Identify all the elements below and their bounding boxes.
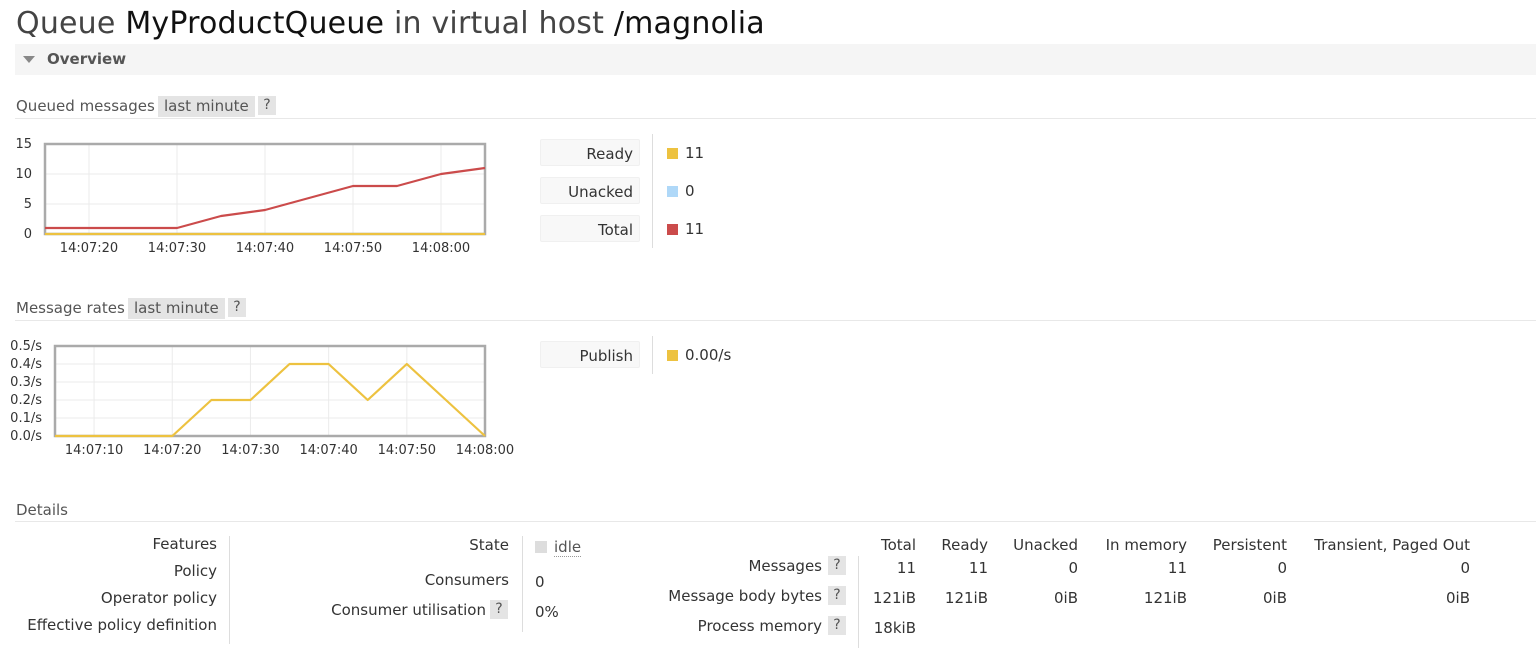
legend-label-ready: Ready [540, 139, 640, 166]
state-label: State [469, 536, 509, 554]
legend-value-publish: 0.00/s [685, 346, 732, 364]
body-bytes-help-button[interactable]: ? [828, 586, 846, 605]
consumer-utilisation-label: Consumer utilisation [331, 601, 486, 619]
vhost-name: /magnolia [613, 6, 765, 41]
x-tick-label: 14:07:20 [143, 443, 201, 458]
cell-bytes-transient: 0iB [1445, 589, 1470, 607]
cell-bytes-in-memory: 121iB [1143, 589, 1187, 607]
column-divider [858, 556, 859, 648]
x-tick-label: 14:07:20 [60, 241, 118, 256]
cell-messages-in-memory: 11 [1167, 559, 1187, 577]
row-label-messages: Messages [748, 557, 822, 575]
row-label-process-memory: Process memory [697, 617, 822, 635]
legend-label-publish: Publish [540, 341, 640, 368]
x-tick-label: 14:07:50 [378, 443, 436, 458]
state-value: idle [554, 538, 582, 557]
features-label: Features [152, 535, 218, 553]
message-rates-heading: Message rates [16, 299, 125, 317]
message-rates-chart: 0.0/s 0.1/s 0.2/s 0.3/s 0.4/s 0.5/s 14:07:10 14… [10, 339, 514, 458]
y-tick-label: 0.4/s [10, 357, 42, 372]
consumers-label: Consumers [424, 571, 509, 589]
cell-bytes-total: 121iB [872, 589, 916, 607]
plot-frame [53, 344, 487, 438]
cell-messages-ready: 11 [968, 559, 988, 577]
process-memory-help-button[interactable]: ? [828, 616, 846, 635]
y-tick-label: 0.0/s [10, 429, 42, 444]
legend-label-total: Total [540, 215, 640, 242]
cell-bytes-unacked: 0iB [1053, 589, 1078, 607]
cell-bytes-ready: 121iB [944, 589, 988, 607]
y-tick-label: 10 [15, 167, 32, 182]
col-header-total: Total [880, 536, 916, 554]
cell-messages-transient: 0 [1460, 559, 1470, 577]
y-tick-label: 0.5/s [10, 339, 42, 354]
divider [15, 320, 1536, 321]
title-prefix: Queue [16, 6, 116, 41]
cell-messages-unacked: 0 [1068, 559, 1078, 577]
utilisation-help-button[interactable]: ? [490, 600, 508, 619]
queued-help-button[interactable]: ? [258, 96, 276, 115]
y-tick-label: 15 [15, 137, 32, 152]
total-swatch-icon [667, 224, 678, 235]
queued-range-button[interactable]: last minute [158, 96, 255, 117]
column-divider [522, 536, 523, 632]
col-header-ready: Ready [941, 536, 988, 554]
utilisation-value: 0% [535, 603, 559, 621]
x-tick-label: 14:08:00 [456, 443, 514, 458]
x-tick-label: 14:07:30 [221, 443, 279, 458]
legend-divider [652, 134, 653, 248]
y-tick-label: 0 [24, 227, 32, 242]
title-middle: in virtual host [393, 6, 605, 41]
x-tick-label: 14:07:10 [65, 443, 123, 458]
page-title: Queue MyProductQueue in virtual host /ma… [16, 6, 765, 41]
legend-divider [652, 336, 653, 374]
cell-process-memory-total: 18kiB [873, 619, 916, 637]
col-header-transient: Transient, Paged Out [1314, 536, 1470, 554]
caret-down-icon [23, 56, 35, 63]
details-heading: Details [16, 501, 69, 519]
unacked-swatch-icon [667, 186, 678, 197]
queue-name: MyProductQueue [125, 6, 385, 41]
legend-value-total: 11 [685, 220, 705, 238]
legend-value-unacked: 0 [685, 182, 695, 200]
ready-swatch-icon [667, 148, 678, 159]
y-tick-label: 0.3/s [10, 375, 42, 390]
rates-help-button[interactable]: ? [228, 298, 246, 317]
overview-section-toggle[interactable] [15, 44, 1536, 75]
y-tick-label: 5 [24, 197, 32, 212]
rates-range-button[interactable]: last minute [128, 298, 225, 319]
divider [15, 521, 1536, 522]
cell-messages-persistent: 0 [1277, 559, 1287, 577]
col-header-in-memory: In memory [1105, 536, 1187, 554]
operator-policy-label: Operator policy [100, 589, 217, 607]
x-tick-label: 14:07:50 [324, 241, 382, 256]
cell-bytes-persistent: 0iB [1262, 589, 1287, 607]
cell-messages-total: 11 [896, 559, 916, 577]
col-header-unacked: Unacked [1013, 536, 1078, 554]
consumers-value: 0 [535, 573, 545, 591]
effective-policy-label: Effective policy definition [27, 616, 217, 634]
state-indicator-icon [535, 541, 547, 553]
divider [15, 118, 1536, 119]
queued-messages-heading: Queued messages [16, 97, 155, 115]
overview-title[interactable]: Overview [47, 50, 126, 68]
policy-label: Policy [173, 562, 217, 580]
x-tick-label: 14:07:40 [299, 443, 357, 458]
x-tick-label: 14:07:40 [236, 241, 294, 256]
legend-label-unacked: Unacked [540, 177, 640, 204]
messages-help-button[interactable]: ? [828, 556, 846, 575]
x-tick-label: 14:08:00 [412, 241, 470, 256]
row-label-body-bytes: Message body bytes [668, 587, 822, 605]
x-tick-label: 14:07:30 [148, 241, 206, 256]
publish-swatch-icon [667, 350, 678, 361]
y-tick-label: 0.1/s [10, 411, 42, 426]
y-tick-label: 0.2/s [10, 393, 42, 408]
column-divider [229, 536, 230, 644]
queued-messages-chart: 0 5 10 15 14:07:20 14:07:30 14:07:40 14:07:50 14… [15, 137, 487, 256]
legend-value-ready: 11 [685, 144, 705, 162]
col-header-persistent: Persistent [1212, 536, 1287, 554]
